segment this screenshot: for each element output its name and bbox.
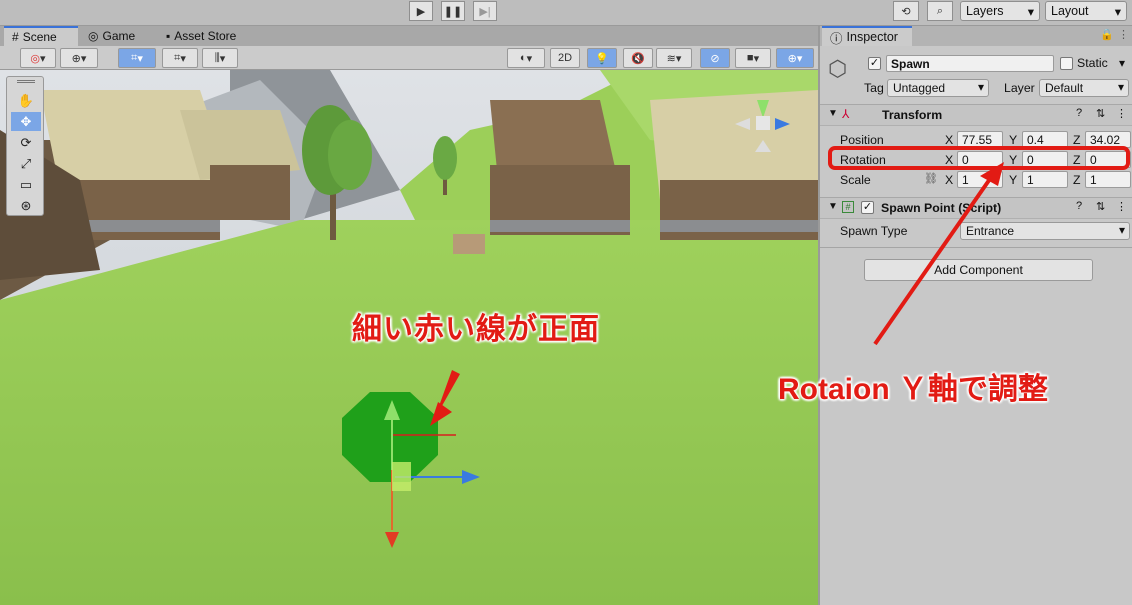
eye-slash-icon: ⊘ (710, 52, 720, 65)
layers-dropdown[interactable]: Layers ▾ (960, 1, 1040, 21)
pause-icon: ❚❚ (443, 5, 463, 18)
search-button[interactable]: ⌕ (927, 1, 953, 21)
shading-mode-dropdown[interactable]: ◐ ▾ (507, 48, 545, 68)
history-button[interactable]: ⟲ (893, 1, 919, 21)
scene-visibility-toggle[interactable]: ⊘ (700, 48, 730, 68)
rect-icon: ▭ (19, 176, 33, 192)
main-toolbar: ▶ ❚❚ ▶| ⟲ ⌕ Layers ▾ Layout ▾ (0, 0, 1132, 26)
gamepad-icon: ◎ (88, 29, 99, 43)
tool-palette: ✋ ✥ ⟳ ⤢ ▭ ⊛ (6, 76, 44, 216)
gizmos-dropdown[interactable]: ⊕ ▾ (776, 48, 814, 68)
layers-label: Layers (966, 4, 1004, 18)
global-dropdown[interactable]: ⊕ ▾ (60, 48, 98, 68)
grid-snap-toggle[interactable]: ⌗ ▾ (118, 48, 156, 68)
scene-tab-bar: # Scene ◎ Game ▪ Asset Store (0, 26, 818, 46)
chevron-down-icon: ▾ (1027, 4, 1034, 19)
2d-label: 2D (557, 52, 573, 64)
tab-asset-store-label: Asset Store (174, 29, 237, 43)
tab-game-label: Game (102, 29, 136, 43)
draw-mode-icon: ◎ (30, 52, 41, 65)
rotate-icon: ⟳ (20, 134, 32, 150)
layout-dropdown[interactable]: Layout ▾ (1045, 1, 1127, 21)
sphere-icon: ◐ (519, 52, 527, 64)
lighting-toggle[interactable]: 💡 (587, 48, 617, 68)
gizmos-icon: ⊕ (787, 52, 797, 65)
grid-icon: # (12, 30, 19, 44)
tab-scene-label: Scene (22, 30, 57, 44)
effects-dropdown[interactable]: ≋ ▾ (656, 48, 692, 68)
2d-toggle[interactable]: 2D (550, 48, 580, 68)
layers-icon: ≋ (666, 52, 676, 65)
play-icon: ▶ (416, 5, 426, 18)
mute-icon: 🔇 (631, 52, 645, 65)
tab-asset-store[interactable]: ▪ Asset Store (158, 26, 258, 46)
rotation-annotation: Rotaion Ｙ軸で調整 (778, 373, 1048, 406)
snap-icon: ⌗ (174, 51, 181, 64)
snap-increment-dropdown[interactable]: ⌗ ▾ (162, 48, 198, 68)
lightbulb-icon: 💡 (595, 52, 609, 65)
scale-tool[interactable]: ⤢ (11, 154, 41, 173)
layout-label: Layout (1051, 4, 1089, 18)
step-icon: ▶| (479, 5, 491, 18)
camera-dropdown[interactable]: ■ ▾ (735, 48, 771, 68)
rotate-tool[interactable]: ⟳ (11, 133, 41, 152)
align-dropdown[interactable]: ⫼ ▾ (202, 48, 238, 68)
globe-icon: ⊕ (71, 52, 81, 65)
scene-viewport[interactable]: 細い赤い線が正面 (0, 70, 818, 605)
transform-icon: ⊛ (20, 197, 32, 213)
search-icon: ⌕ (936, 4, 944, 17)
scale-icon: ⤢ (20, 155, 32, 171)
audio-toggle[interactable]: 🔇 (623, 48, 653, 68)
hand-tool[interactable]: ✋ (11, 91, 41, 110)
play-button[interactable]: ▶ (409, 1, 433, 21)
store-icon: ▪ (166, 29, 171, 43)
step-button[interactable]: ▶| (473, 1, 497, 21)
pause-button[interactable]: ❚❚ (441, 1, 465, 21)
hand-icon: ✋ (17, 92, 35, 108)
history-icon: ⟲ (901, 5, 911, 18)
tab-scene[interactable]: # Scene (4, 26, 78, 46)
inspector-panel: ⓘ Inspector 🔒 ⋮ ⬡ ✓ Spawn Static ▾ Tag Un… (818, 26, 1132, 605)
annotation-arrow (873, 162, 1004, 346)
move-icon: ✥ (20, 113, 32, 129)
rect-tool[interactable]: ▭ (11, 175, 41, 194)
grid-snap-icon: ⌗ (131, 51, 138, 64)
draw-mode-dropdown[interactable]: ◎ ▾ (20, 48, 56, 68)
scene-view-toolbar: ◎ ▾ ⊕ ▾ ⌗ ▾ ⌗ ▾ ⫼ ▾ ◐ ▾ 2D 💡 🔇 ≋ ▾ ⊘ ■ ▾ ⊕ ▾ (0, 46, 818, 70)
transform-tool[interactable]: ⊛ (11, 196, 41, 215)
tab-game[interactable]: ◎ Game (80, 26, 158, 46)
move-tool[interactable]: ✥ (11, 112, 41, 131)
front-annotation: 細い赤い線が正面 (352, 313, 600, 346)
camera-icon: ■ (746, 52, 754, 64)
drag-handle[interactable] (17, 80, 35, 83)
chevron-down-icon: ▾ (1114, 4, 1121, 19)
align-icon: ⫼ (214, 51, 220, 64)
